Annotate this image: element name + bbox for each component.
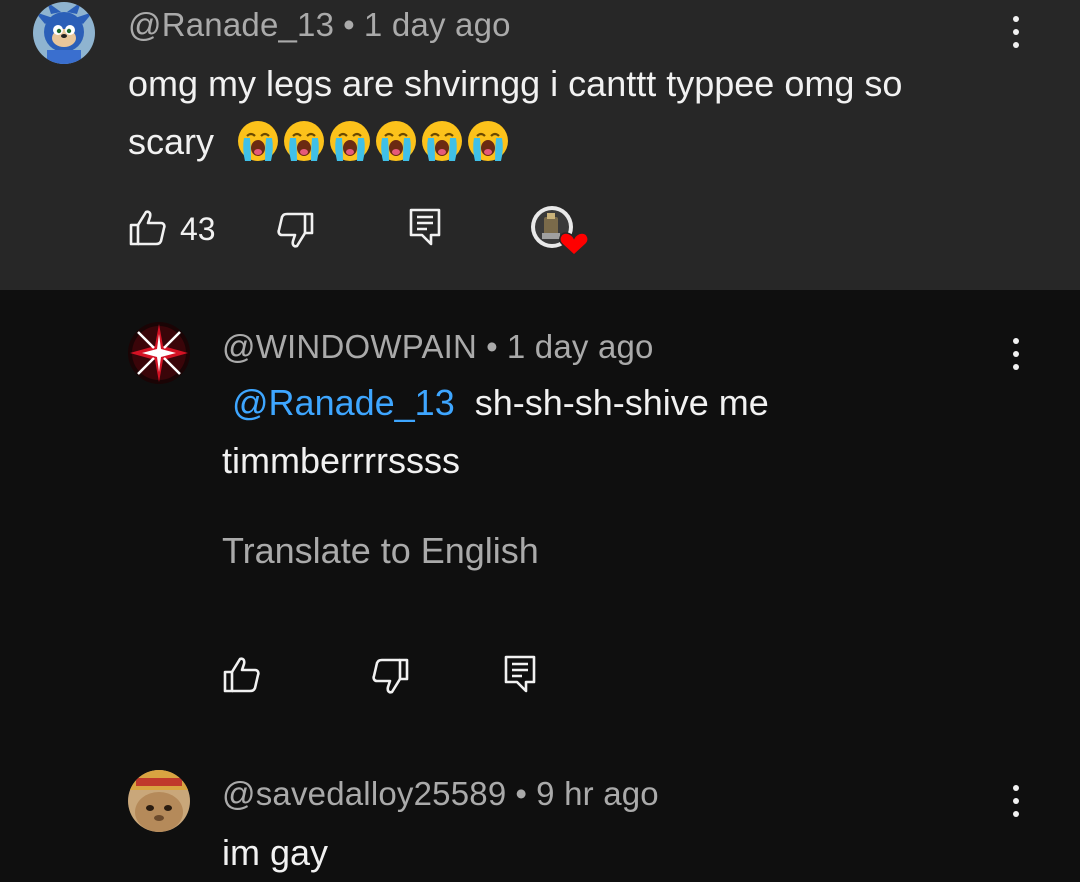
loudly-crying-face-icon [284, 121, 324, 161]
emoji-row [236, 119, 512, 169]
reply-icon[interactable] [503, 654, 537, 694]
more-vert-icon[interactable] [1011, 14, 1021, 54]
meta-separator: • [486, 328, 498, 365]
loudly-crying-face-icon [238, 121, 278, 161]
loudly-crying-face-icon [376, 121, 416, 161]
username[interactable]: @Ranade_13 [128, 6, 334, 43]
comment-text: im gay [222, 824, 328, 882]
comment-meta: @WINDOWPAIN • 1 day ago [222, 328, 654, 366]
username[interactable]: @WINDOWPAIN [222, 328, 477, 365]
creator-heart-icon [559, 232, 589, 257]
more-vert-icon[interactable] [1011, 336, 1021, 376]
comment-meta: @savedalloy25589 • 9 hr ago [222, 775, 659, 813]
thumbs-up-icon[interactable] [222, 655, 262, 695]
more-vert-icon[interactable] [1011, 783, 1021, 823]
comment-text: @Ranade_13 sh-sh-sh-shive me timmberrrrss… [222, 374, 769, 490]
loudly-crying-face-icon [330, 121, 370, 161]
thumbs-down-icon[interactable] [275, 210, 315, 250]
comment-line: omg my legs are shvirngg i canttt typpee… [128, 63, 903, 104]
comment-line: im gay [222, 832, 329, 873]
like-count: 43 [180, 211, 216, 247]
timestamp[interactable]: 1 day ago [364, 6, 511, 43]
avatar-windowpain[interactable] [128, 322, 190, 384]
mention-link[interactable]: @Ranade_13 [232, 382, 455, 423]
meta-separator: • [343, 6, 355, 43]
comment-line: @Ranade_13 sh-sh-sh-shive me [222, 374, 769, 432]
thumbs-down-icon[interactable] [370, 656, 410, 696]
avatar-ranade[interactable] [33, 2, 95, 64]
comment-meta: @Ranade_13 • 1 day ago [128, 6, 511, 44]
avatar-savedalloy[interactable] [128, 770, 190, 832]
timestamp[interactable]: 9 hr ago [536, 775, 659, 812]
username[interactable]: @savedalloy25589 [222, 775, 506, 812]
comment-line-text: scary [128, 121, 215, 162]
thumbs-up-icon[interactable] [128, 208, 168, 248]
meta-separator: • [515, 775, 528, 812]
comment-line-text: sh-sh-sh-shive me [474, 382, 769, 423]
loudly-crying-face-icon [422, 121, 462, 161]
highlighted-comment: @Ranade_13 • 1 day ago omg my legs are shv… [0, 0, 1080, 290]
creator-heart-avatar[interactable] [530, 205, 590, 257]
reply-icon[interactable] [408, 207, 442, 247]
loudly-crying-face-icon [468, 121, 508, 161]
translate-button[interactable]: Translate to English [222, 530, 539, 572]
timestamp[interactable]: 1 day ago [507, 328, 654, 365]
comment-line: timmberrrrssss [222, 440, 460, 481]
